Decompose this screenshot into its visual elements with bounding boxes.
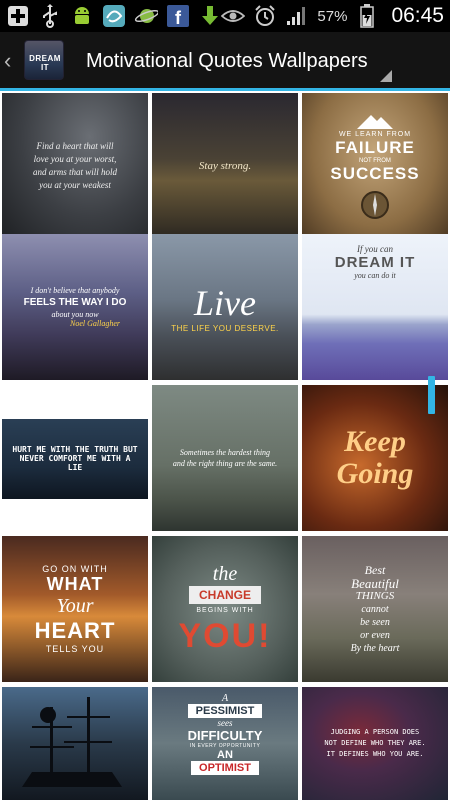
quote-text: be seen bbox=[360, 616, 390, 628]
quote-text: the bbox=[212, 562, 238, 585]
quote-text: Find a heart that will bbox=[36, 141, 114, 151]
planet-icon bbox=[134, 4, 158, 28]
alarm-icon bbox=[253, 4, 277, 28]
wallpaper-thumbnail[interactable]: Keep Going bbox=[302, 385, 448, 531]
quote-text: love you at your worst, bbox=[33, 154, 117, 164]
download-icon bbox=[198, 4, 222, 28]
quote-text: Stay strong. bbox=[198, 160, 252, 172]
wallpaper-grid: Find a heart that will love you at your … bbox=[0, 91, 450, 800]
quote-text: If you can bbox=[357, 244, 393, 254]
ship-silhouette bbox=[22, 697, 122, 787]
facebook-icon: f bbox=[166, 4, 190, 28]
wallpaper-thumbnail[interactable] bbox=[2, 687, 148, 800]
quote-text: Beautiful bbox=[351, 575, 399, 591]
quote-text: FEELS THE WAY I DO bbox=[23, 297, 127, 308]
wallpaper-thumbnail[interactable]: I don't believe that anybody FEELS THE W… bbox=[2, 234, 148, 380]
app-title: Motivational Quotes Wallpapers bbox=[86, 50, 368, 72]
quote-text: HEART bbox=[34, 618, 116, 643]
add-icon bbox=[6, 4, 30, 28]
android-debug-icon bbox=[70, 4, 94, 28]
signal-icon bbox=[285, 4, 309, 28]
app-icon-text: DREAM IT bbox=[29, 54, 61, 72]
quote-text: NOT DEFINE WHO THEY ARE. bbox=[324, 739, 426, 747]
quote-text: TELLS YOU bbox=[45, 644, 105, 654]
quote-text: and the right thing are the same. bbox=[172, 459, 278, 468]
quote-text: DREAM IT bbox=[334, 254, 416, 271]
wallpaper-thumbnail[interactable]: the CHANGE BEGINS WITH YOU! bbox=[152, 536, 298, 682]
quote-text: AN bbox=[217, 749, 233, 761]
notification-icons: f bbox=[6, 4, 222, 28]
quote-text: CHANGE bbox=[188, 585, 261, 604]
compass-icon bbox=[361, 190, 389, 219]
quote-text: you can do it bbox=[354, 271, 396, 280]
usb-icon bbox=[38, 4, 62, 28]
wallpaper-thumbnail[interactable]: WE LEARN FROM FAILURE NOT FROM SUCCESS bbox=[302, 93, 448, 239]
clock: 06:45 bbox=[391, 4, 444, 27]
quote-text: or even bbox=[360, 629, 390, 641]
quote-text: Keep bbox=[344, 425, 406, 458]
quote-text: WE LEARN FROM bbox=[338, 130, 412, 138]
quote-text: Live bbox=[194, 282, 256, 323]
quote-text: NEVER COMFORT ME WITH A LIE bbox=[19, 453, 131, 472]
quote-text: YOU! bbox=[178, 616, 272, 655]
quote-text: THINGS bbox=[355, 589, 395, 602]
quote-text: HURT ME WITH THE TRUTH BUT bbox=[12, 444, 138, 454]
wallpaper-thumbnail[interactable]: HURT ME WITH THE TRUTH BUT NEVER COMFORT… bbox=[2, 385, 148, 531]
scrollbar-thumb[interactable] bbox=[428, 376, 435, 414]
quote-text: THE LIFE YOU DESERVE. bbox=[171, 323, 279, 333]
battery-percent: 57% bbox=[317, 7, 348, 25]
quote-text: GO ON WITH bbox=[42, 564, 108, 574]
quote-text: IT DEFINES WHO YOU ARE. bbox=[326, 750, 424, 758]
wallpaper-thumbnail[interactable]: A PESSIMIST sees DIFFICULTY IN EVERY OPP… bbox=[152, 687, 298, 800]
svg-text:f: f bbox=[175, 8, 182, 27]
quote-text: A bbox=[221, 693, 229, 704]
app-notification-icon bbox=[102, 4, 126, 28]
quote-text: and arms that will hold bbox=[32, 167, 117, 177]
quote-text: By the heart bbox=[350, 642, 400, 654]
mountain-icon bbox=[357, 114, 393, 129]
quote-text: Noel Gallagher bbox=[70, 319, 120, 328]
quote-text: BEGINS WITH bbox=[196, 606, 254, 614]
quote-text: Best bbox=[364, 562, 386, 577]
quote-text: Your bbox=[56, 595, 94, 617]
quote-text: sees bbox=[217, 718, 233, 728]
quote-text: cannot bbox=[361, 603, 389, 615]
wallpaper-thumbnail[interactable]: Find a heart that will love you at your … bbox=[2, 93, 148, 239]
battery-icon bbox=[355, 4, 379, 28]
wallpaper-thumbnail[interactable]: Stay strong. bbox=[152, 93, 298, 239]
action-bar: ‹ DREAM IT Motivational Quotes Wallpaper… bbox=[0, 32, 450, 88]
quote-text: PESSIMIST bbox=[187, 704, 263, 718]
quote-text: OPTIMIST bbox=[191, 761, 259, 775]
quote-text: DIFFICULTY bbox=[187, 728, 263, 743]
quote-text: FAILURE bbox=[335, 137, 415, 157]
quote-text: I don't believe that anybody bbox=[30, 286, 120, 295]
wallpaper-thumbnail[interactable]: GO ON WITH WHAT Your HEART TELLS YOU bbox=[2, 536, 148, 682]
quote-text: JUDGING A PERSON DOES bbox=[330, 728, 420, 736]
wallpaper-thumbnail[interactable]: JUDGING A PERSON DOES NOT DEFINE WHO THE… bbox=[302, 687, 448, 800]
overflow-menu-icon[interactable] bbox=[380, 70, 392, 82]
quote-text: WHAT bbox=[46, 574, 104, 594]
quote-text: SUCCESS bbox=[330, 163, 420, 183]
quote-text: Sometimes the hardest thing bbox=[179, 448, 271, 457]
wallpaper-thumbnail[interactable]: Sometimes the hardest thing and the righ… bbox=[152, 385, 298, 531]
wallpaper-thumbnail[interactable]: If you can DREAM IT you can do it bbox=[302, 234, 448, 380]
app-icon[interactable]: DREAM IT bbox=[24, 40, 64, 80]
wallpaper-thumbnail[interactable]: Best Beautiful THINGS cannot be seen or … bbox=[302, 536, 448, 682]
back-caret-icon[interactable]: ‹ bbox=[4, 48, 11, 74]
wallpaper-thumbnail[interactable]: Live THE LIFE YOU DESERVE. bbox=[152, 234, 298, 380]
eye-icon bbox=[221, 4, 246, 28]
status-bar: f 57% 06:45 bbox=[0, 0, 450, 32]
quote-text: you at your weakest bbox=[39, 180, 111, 190]
quote-text: Going bbox=[336, 457, 414, 490]
quote-text: about you now bbox=[51, 310, 99, 319]
